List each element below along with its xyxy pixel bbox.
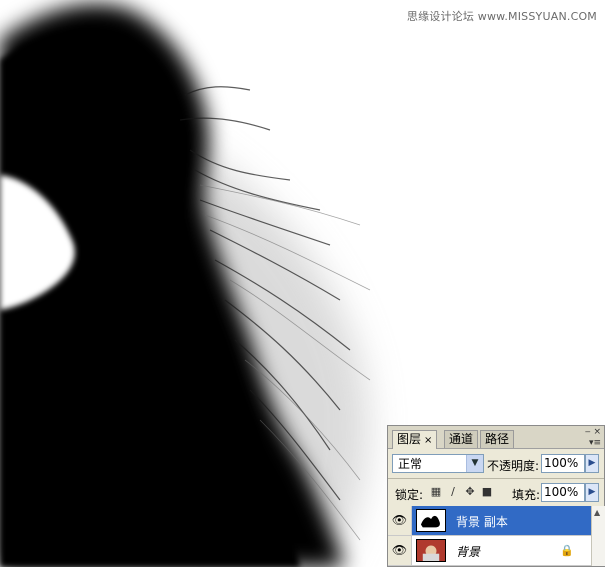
lock-icon: 🔒: [560, 544, 574, 557]
fill-label: 填充:: [512, 488, 541, 502]
lock-row: 锁定: ▦ ∕ ✥ ■ 填充: 100% ▶: [388, 482, 604, 504]
panel-menu-icon[interactable]: ▾≡: [589, 438, 601, 448]
opacity-label: 不透明度:: [487, 459, 540, 473]
checker-icon[interactable]: ▦: [430, 486, 442, 498]
layers-panel: 图层 × 通道 路径 ‒ × ▾≡ 正常 ▼ 不透明度: 100% ▶ 锁定: ▦…: [387, 425, 605, 567]
lock-icon[interactable]: ■: [481, 486, 493, 498]
brush-icon[interactable]: ∕: [447, 486, 459, 498]
tab-channels[interactable]: 通道: [444, 430, 479, 448]
opacity-input[interactable]: 100%: [541, 454, 585, 473]
chevron-down-icon[interactable]: ▼: [466, 455, 483, 472]
tab-paths[interactable]: 路径: [480, 430, 515, 448]
layers-list: 👁 背景 副本 👁 背景 🔒: [388, 506, 591, 566]
scroll-up-icon[interactable]: ▲: [594, 508, 600, 517]
layer-thumbnail: [416, 539, 446, 562]
layer-thumbnail: [416, 509, 446, 532]
divider: [388, 478, 604, 479]
tab-channels-label: 通道: [449, 432, 474, 446]
tab-paths-label: 路径: [485, 432, 510, 446]
blend-mode-select[interactable]: 正常 ▼: [392, 454, 484, 473]
layer-row-background-copy[interactable]: 👁 背景 副本: [388, 506, 591, 536]
layer-name: 背景: [456, 545, 481, 559]
tab-layers-label: 图层: [397, 432, 422, 446]
fill-arrow-icon[interactable]: ▶: [585, 483, 599, 502]
layer-name: 背景 副本: [456, 515, 508, 529]
layers-scrollbar[interactable]: ▲: [591, 506, 605, 566]
move-icon[interactable]: ✥: [464, 486, 476, 498]
blend-mode-value: 正常: [398, 457, 423, 471]
opacity-arrow-icon[interactable]: ▶: [585, 454, 599, 473]
watermark-text: 思缘设计论坛 www.MISSYUAN.COM: [406, 10, 597, 23]
tab-layers[interactable]: 图层 ×: [392, 430, 438, 449]
eye-icon[interactable]: 👁: [388, 536, 412, 565]
fill-input[interactable]: 100%: [541, 483, 585, 502]
eye-icon[interactable]: 👁: [388, 506, 412, 535]
blend-row: 正常 ▼ 不透明度: 100% ▶: [388, 453, 604, 475]
layer-row-background[interactable]: 👁 背景 🔒: [388, 536, 591, 566]
panel-tab-bar: 图层 × 通道 路径 ‒ × ▾≡: [388, 426, 604, 449]
panel-collapse-icon[interactable]: ‒ ×: [585, 427, 601, 437]
close-icon[interactable]: ×: [424, 435, 432, 446]
lock-label: 锁定:: [395, 488, 424, 502]
